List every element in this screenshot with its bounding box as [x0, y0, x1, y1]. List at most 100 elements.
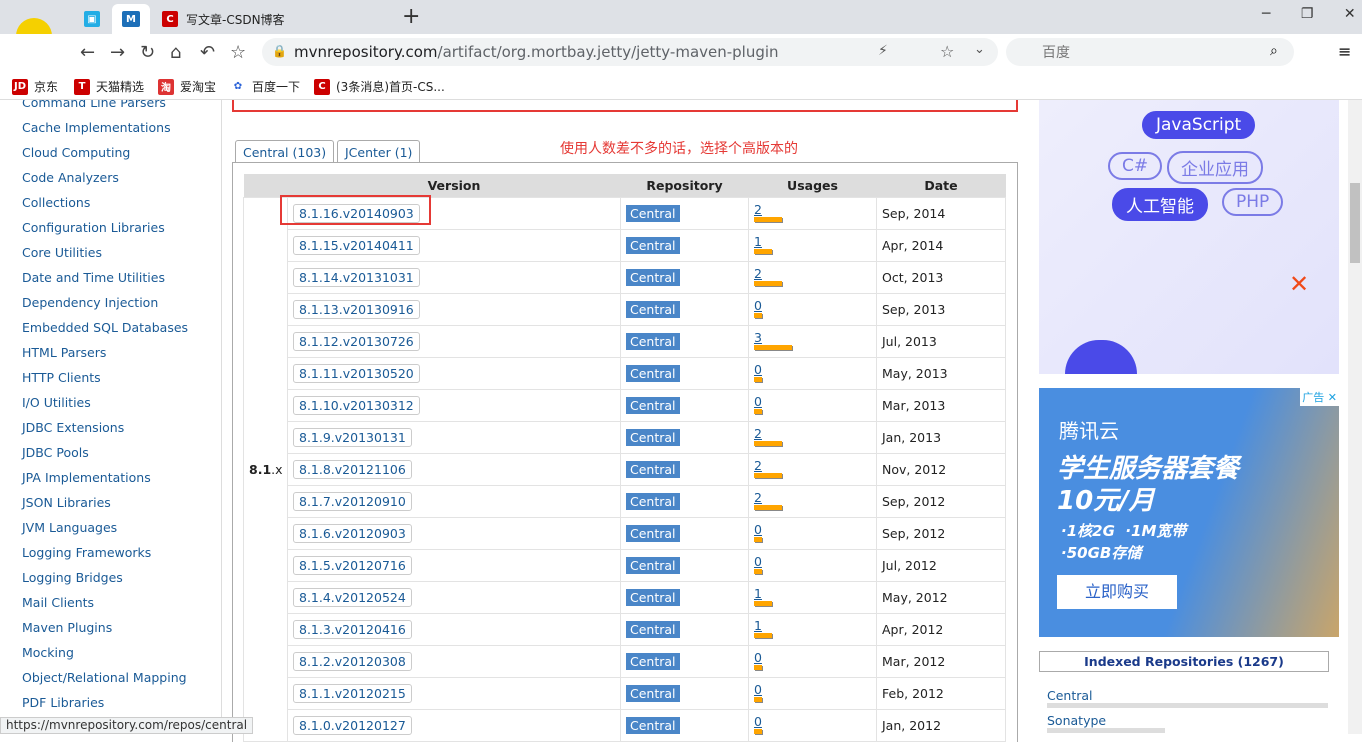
sidebar-item[interactable]: PDF Libraries — [22, 695, 104, 710]
chevron-down-icon[interactable]: ⌄ — [974, 42, 985, 57]
ad-banner-tencent[interactable]: 腾讯云 学生服务器套餐 10元/月 ·1核2G ·1M宽带 ·50GB存储 立即… — [1039, 388, 1339, 637]
sidebar-item[interactable]: Logging Bridges — [22, 570, 123, 585]
sidebar-item[interactable]: HTTP Clients — [22, 370, 101, 385]
sidebar-item[interactable]: Object/Relational Mapping — [22, 670, 187, 685]
repo-link-central[interactable]: Central — [1047, 688, 1093, 703]
usages-link[interactable]: 0 — [754, 299, 876, 312]
tab-jcenter[interactable]: JCenter (1) — [337, 140, 421, 163]
version-link[interactable]: 8.1.9.v20130131 — [293, 427, 412, 447]
repository-badge[interactable]: Central — [626, 364, 680, 382]
sidebar-item[interactable]: Configuration Libraries — [22, 220, 165, 235]
sidebar-item[interactable]: JPA Implementations — [22, 470, 151, 485]
bookmark-star-icon[interactable]: ☆ — [940, 42, 954, 61]
ad-label[interactable]: 广告 ✕ — [1300, 388, 1339, 406]
repository-badge[interactable]: Central — [626, 236, 680, 254]
new-tab-button[interactable]: + — [402, 4, 420, 29]
version-link[interactable]: 8.1.2.v20120308 — [293, 651, 412, 671]
back-icon[interactable]: ← — [80, 42, 95, 63]
undo-icon[interactable]: ↶ — [200, 42, 215, 63]
repository-badge[interactable]: Central — [626, 460, 680, 478]
sidebar-item[interactable]: Mocking — [22, 645, 74, 660]
version-link[interactable]: 8.1.15.v20140411 — [293, 235, 420, 255]
bookmark-baidu[interactable]: ✿ 百度一下 — [230, 78, 300, 95]
repository-badge[interactable]: Central — [626, 524, 680, 542]
repository-badge[interactable]: Central — [626, 268, 680, 286]
tab-csdn[interactable]: C 写文章-CSDN博客 — [162, 4, 285, 34]
usages-link[interactable]: 2 — [754, 203, 876, 216]
repository-badge[interactable]: Central — [626, 556, 680, 574]
version-link[interactable]: 8.1.10.v20130312 — [293, 395, 420, 415]
window-controls[interactable]: ─ ❐ ✕ — [1262, 6, 1356, 22]
usages-link[interactable]: 2 — [754, 427, 876, 440]
repository-badge[interactable]: Central — [626, 300, 680, 318]
sidebar-item[interactable]: Date and Time Utilities — [22, 270, 165, 285]
usages-link[interactable]: 0 — [754, 395, 876, 408]
repository-badge[interactable]: Central — [626, 428, 680, 446]
usages-link[interactable]: 1 — [754, 235, 876, 248]
version-link[interactable]: 8.1.13.v20130916 — [293, 299, 420, 319]
usages-link[interactable]: 0 — [754, 363, 876, 376]
reload-icon[interactable]: ↻ — [140, 42, 155, 63]
usages-link[interactable]: 2 — [754, 459, 876, 472]
bookmark-jd[interactable]: JD 京东 — [12, 78, 58, 95]
usages-link[interactable]: 2 — [754, 267, 876, 280]
version-link[interactable]: 8.1.5.v20120716 — [293, 555, 412, 575]
version-link[interactable]: 8.1.8.v20121106 — [293, 459, 412, 479]
usages-link[interactable]: 0 — [754, 523, 876, 536]
sidebar-item[interactable]: Command Line Parsers — [22, 100, 166, 110]
sidebar-item[interactable]: JSON Libraries — [22, 495, 111, 510]
sidebar-item[interactable]: JDBC Extensions — [22, 420, 124, 435]
bookmark-taobao[interactable]: 淘爱淘宝 — [158, 78, 216, 95]
repository-badge[interactable]: Central — [626, 684, 680, 702]
bookmark-csdn[interactable]: C (3条消息)首页-CS... — [314, 78, 445, 95]
version-link[interactable]: 8.1.3.v20120416 — [293, 619, 412, 639]
search-input[interactable]: 百度 — [1006, 38, 1294, 66]
tab-bilibili[interactable]: ▣ — [84, 4, 100, 34]
sidebar-item[interactable]: Code Analyzers — [22, 170, 119, 185]
sidebar-item[interactable]: JDBC Pools — [22, 445, 89, 460]
sidebar-item[interactable]: Cache Implementations — [22, 120, 171, 135]
usages-link[interactable]: 0 — [754, 715, 876, 728]
repository-badge[interactable]: Central — [626, 204, 680, 222]
sidebar-item[interactable]: Dependency Injection — [22, 295, 158, 310]
repository-badge[interactable]: Central — [626, 396, 680, 414]
sidebar-item[interactable]: I/O Utilities — [22, 395, 91, 410]
sidebar-item[interactable]: Maven Plugins — [22, 620, 112, 635]
star-icon[interactable]: ☆ — [230, 42, 246, 63]
version-link[interactable]: 8.1.1.v20120215 — [293, 683, 412, 703]
sidebar-item[interactable]: Core Utilities — [22, 245, 102, 260]
close-icon[interactable]: ✕ — [1289, 270, 1309, 298]
menu-icon[interactable]: ≡ — [1338, 42, 1351, 61]
repo-link-sonatype[interactable]: Sonatype — [1047, 713, 1106, 728]
lightning-icon[interactable]: ⚡ — [878, 43, 888, 59]
repository-badge[interactable]: Central — [626, 652, 680, 670]
usages-link[interactable]: 1 — [754, 587, 876, 600]
repository-badge[interactable]: Central — [626, 332, 680, 350]
sidebar-item[interactable]: Logging Frameworks — [22, 545, 151, 560]
version-link[interactable]: 8.1.6.v20120903 — [293, 523, 412, 543]
sidebar-item[interactable]: Collections — [22, 195, 90, 210]
version-link[interactable]: 8.1.0.v20120127 — [293, 715, 412, 735]
ad-cta-button[interactable]: 立即购买 — [1057, 575, 1177, 609]
version-link[interactable]: 8.1.14.v20131031 — [293, 267, 420, 287]
usages-link[interactable]: 3 — [754, 331, 876, 344]
scrollbar-thumb[interactable] — [1350, 183, 1360, 263]
version-link[interactable]: 8.1.7.v20120910 — [293, 491, 412, 511]
tab-mvn[interactable]: M — [112, 4, 150, 34]
sidebar-item[interactable]: Mail Clients — [22, 595, 94, 610]
sidebar-item[interactable]: Cloud Computing — [22, 145, 130, 160]
repository-badge[interactable]: Central — [626, 492, 680, 510]
forward-icon[interactable]: → — [110, 42, 125, 63]
sidebar-item[interactable]: HTML Parsers — [22, 345, 106, 360]
version-link[interactable]: 8.1.12.v20130726 — [293, 331, 420, 351]
usages-link[interactable]: 2 — [754, 491, 876, 504]
usages-link[interactable]: 1 — [754, 619, 876, 632]
home-icon[interactable]: ⌂ — [170, 42, 181, 63]
version-link[interactable]: 8.1.11.v20130520 — [293, 363, 420, 383]
usages-link[interactable]: 0 — [754, 683, 876, 696]
version-link[interactable]: 8.1.4.v20120524 — [293, 587, 412, 607]
repository-badge[interactable]: Central — [626, 716, 680, 734]
repository-badge[interactable]: Central — [626, 588, 680, 606]
usages-link[interactable]: 0 — [754, 555, 876, 568]
bookmark-tmall[interactable]: T 天猫精选 — [74, 78, 144, 95]
